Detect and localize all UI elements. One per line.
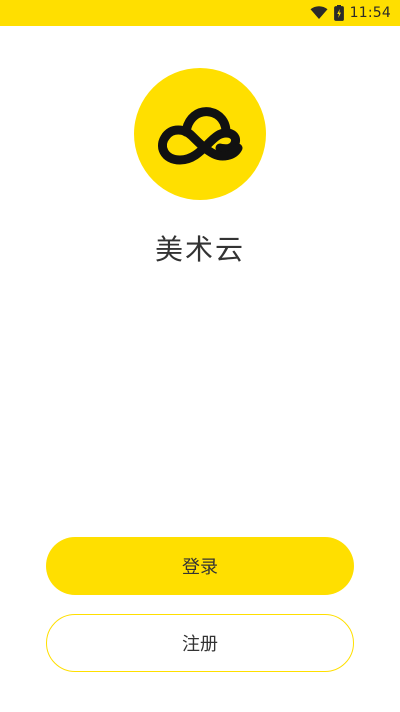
status-icons: 11:54 <box>310 0 391 26</box>
wifi-icon <box>310 6 328 20</box>
battery-charging-icon <box>333 5 344 21</box>
status-time: 11:54 <box>349 5 391 21</box>
app-logo <box>134 68 266 200</box>
register-button[interactable]: 注册 <box>46 614 354 672</box>
status-bar: 11:54 <box>0 0 400 26</box>
cloud-logo-icon <box>158 107 243 165</box>
app-name: 美术云 <box>154 233 245 266</box>
login-button[interactable]: 登录 <box>46 537 354 595</box>
